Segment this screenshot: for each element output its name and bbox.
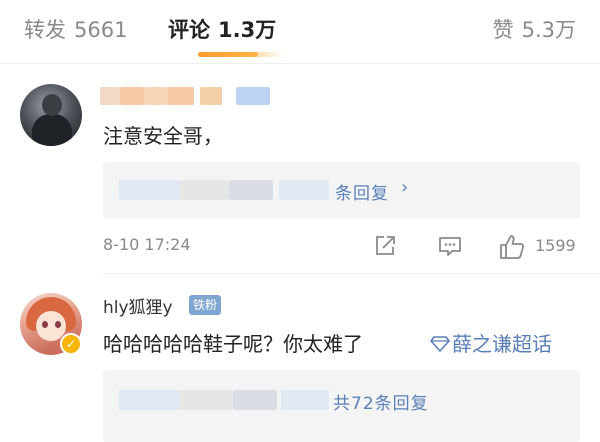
fan-badge: 铁粉: [189, 295, 222, 315]
blur-block: [144, 87, 168, 105]
comment-divider: [103, 273, 600, 274]
comment-time: 8-10 17:24: [103, 235, 191, 254]
blur-block: [119, 390, 179, 410]
tab-repost-count: 5661: [74, 18, 128, 42]
tab-comment-label: 评论: [168, 18, 210, 42]
username[interactable]: hly狐狸y: [103, 293, 173, 318]
blur-block: [168, 87, 194, 105]
tab-repost-label: 转发: [24, 18, 66, 42]
view-replies-link[interactable]: 条回复: [335, 179, 389, 204]
verified-badge-icon: ✓: [60, 333, 82, 355]
avatar-eye: [55, 321, 61, 328]
active-tab-indicator: [198, 52, 258, 57]
tab-like[interactable]: 赞 5.3万: [493, 14, 576, 46]
blur-block: [100, 87, 120, 105]
view-replies-link[interactable]: 共72条回复: [333, 389, 429, 414]
avatar[interactable]: [20, 84, 82, 146]
share-icon: [376, 236, 395, 255]
share-button[interactable]: [372, 233, 398, 263]
blur-block: [179, 180, 229, 200]
reply-preview-box[interactable]: 共72条回复: [103, 370, 580, 442]
tab-like-label: 赞: [492, 18, 514, 42]
avatar-eye: [42, 321, 48, 328]
blur-block: [279, 180, 329, 200]
blur-block: [179, 390, 233, 410]
tab-bar: 转发 5661 评论 1.3万 赞 5.3万: [0, 0, 600, 64]
like-icon: [500, 235, 525, 259]
blur-block: [200, 87, 222, 105]
avatar-figure-head: [42, 94, 62, 116]
chevron-right-icon: ›: [401, 177, 409, 198]
tab-repost[interactable]: 转发 5661: [24, 14, 127, 46]
like-button[interactable]: [498, 233, 526, 265]
blur-block: [281, 390, 329, 410]
blur-block: [120, 87, 144, 105]
like-count: 1599: [535, 236, 576, 255]
tab-divider: [0, 63, 600, 64]
comment-text: 注意安全哥，: [103, 124, 223, 148]
avatar-figure: [32, 114, 72, 146]
tab-like-count: 5.3万: [521, 18, 576, 42]
comment-text: 哈哈哈哈哈鞋子呢？你太难了: [103, 332, 363, 356]
active-tab-indicator-fade: [254, 52, 284, 57]
comment-icon: [439, 237, 461, 256]
tab-comment-count: 1.3万: [218, 18, 277, 42]
blur-block: [229, 180, 273, 200]
tab-comment[interactable]: 评论 1.3万: [168, 14, 276, 46]
blur-block: [119, 180, 179, 200]
supertopic-diamond-icon: [430, 336, 450, 352]
reply-preview-box[interactable]: 条回复 ›: [103, 162, 580, 218]
comment-button[interactable]: [437, 233, 463, 263]
supertopic-label: 薛之谦超话: [452, 332, 552, 356]
supertopic-link[interactable]: 薛之谦超话: [430, 329, 552, 359]
blur-block: [233, 390, 277, 410]
blur-block: [236, 87, 270, 105]
